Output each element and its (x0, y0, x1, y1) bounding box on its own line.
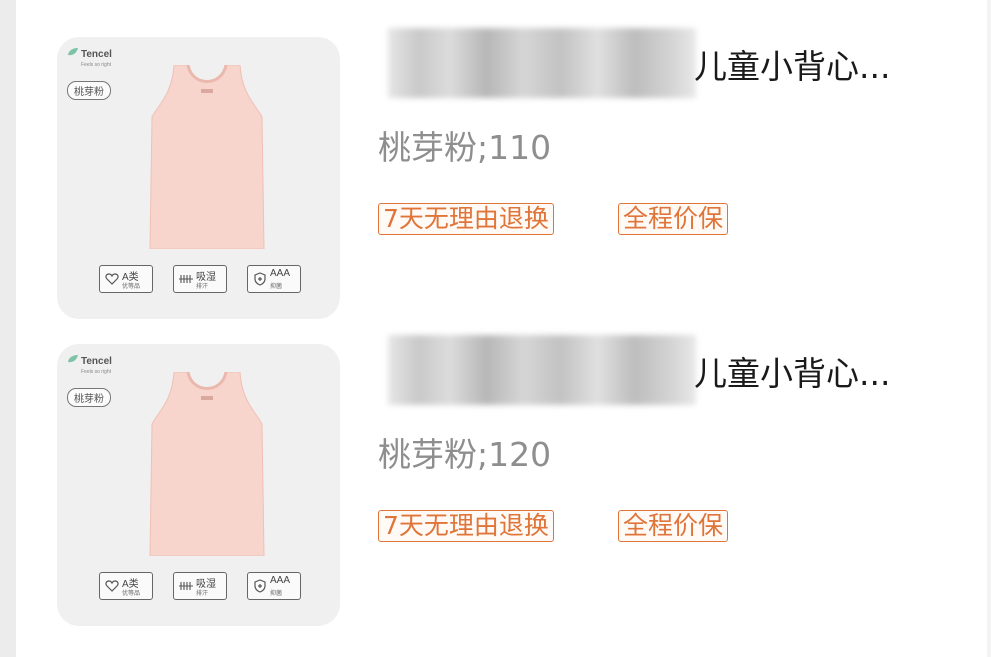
badge-grade: A类 优等品 (99, 572, 153, 600)
moisture-icon (179, 582, 193, 590)
badge-top-text: AAA (270, 575, 291, 586)
product-variant: 桃芽粉;110 (378, 128, 552, 167)
badge-moisture: 吸湿 排汗 (173, 572, 227, 600)
product-thumbnail[interactable]: Tencel Feels so right 桃芽粉 A类 优等品 吸湿 排汗 A… (57, 344, 340, 626)
feature-badges: A类 优等品 吸湿 排汗 AAA 抑菌 (99, 572, 304, 602)
badge-grade: A类 优等品 (99, 265, 153, 293)
badge-bottom-text: 抑菌 (270, 590, 283, 597)
heart-icon (105, 580, 119, 592)
tank-top-image (149, 65, 265, 249)
product-title-text: 儿童小背心... (694, 47, 891, 86)
color-label: 桃芽粉 (67, 81, 111, 100)
leaf-icon (68, 48, 78, 56)
tag-return-7days: 7天无理由退换 (378, 203, 554, 235)
tag-price-protection: 全程价保 (618, 203, 729, 235)
badge-bottom-text: 抑菌 (270, 283, 283, 290)
order-item[interactable]: Tencel Feels so right 桃芽粉 A类 优等品 吸湿 排汗 A… (0, 0, 991, 319)
badge-moisture: 吸湿 排汗 (173, 265, 227, 293)
redacted-title-region (388, 335, 696, 405)
brand-tagline: Feels so right (81, 62, 112, 68)
product-title-text: 儿童小背心... (694, 354, 891, 393)
heart-icon (105, 273, 119, 285)
badge-bottom-text: 排汗 (196, 590, 209, 597)
redacted-title-region (388, 28, 696, 98)
badge-antibacterial: AAA 抑菌 (247, 265, 301, 293)
product-thumbnail[interactable]: Tencel Feels so right 桃芽粉 A类 优等品 吸湿 排汗 A… (57, 37, 340, 319)
badge-top-text: AAA (270, 268, 291, 279)
tank-top-image (149, 372, 265, 556)
moisture-icon (179, 275, 193, 283)
order-item[interactable]: Tencel Feels so right 桃芽粉 A类 优等品 吸湿 排汗 A… (0, 307, 991, 626)
shield-icon (254, 272, 266, 286)
badge-bottom-text: 优等品 (122, 590, 141, 597)
brand-name: Tencel (81, 49, 112, 60)
feature-badges: A类 优等品 吸湿 排汗 AAA 抑菌 (99, 265, 304, 295)
brand-tagline: Feels so right (81, 369, 112, 375)
color-label: 桃芽粉 (67, 388, 111, 407)
leaf-icon (68, 355, 78, 363)
badge-antibacterial: AAA 抑菌 (247, 572, 301, 600)
product-variant: 桃芽粉;120 (378, 435, 552, 474)
tag-price-protection: 全程价保 (618, 510, 729, 542)
shield-icon (254, 579, 266, 593)
tag-return-7days: 7天无理由退换 (378, 510, 554, 542)
brand-name: Tencel (81, 356, 112, 367)
badge-bottom-text: 优等品 (122, 283, 141, 290)
badge-bottom-text: 排汗 (196, 283, 209, 290)
